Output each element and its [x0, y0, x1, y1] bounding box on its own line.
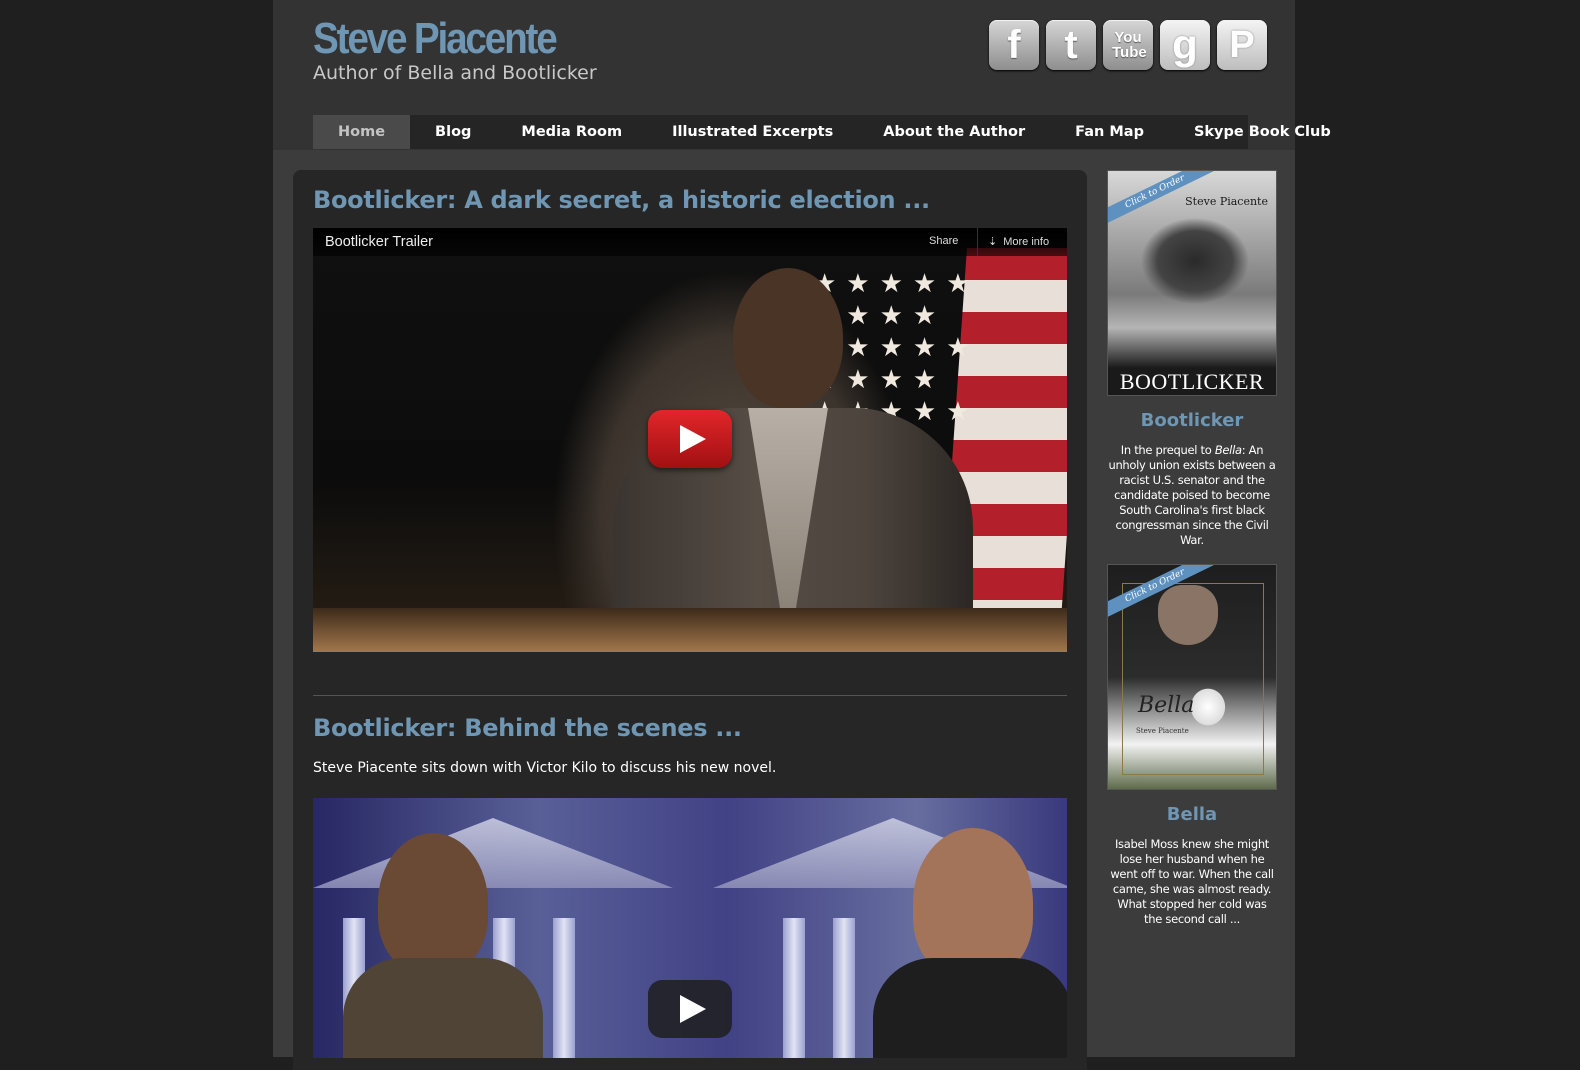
site-subtitle: Author of Bella and Bootlicker [313, 62, 597, 84]
main-nav: Home Blog Media Room Illustrated Excerpt… [313, 115, 1331, 149]
book-description: In the prequel to Bella: An unholy union… [1108, 443, 1276, 547]
site-title[interactable]: Steve Piacente [313, 14, 558, 64]
youtube-icon[interactable]: You Tube [1103, 20, 1153, 70]
social-links: f t You Tube g P [989, 20, 1267, 70]
divider [313, 695, 1067, 696]
chevron-down-icon: ⇣ [988, 236, 998, 248]
cover-author: Steve Piacente [1136, 727, 1189, 735]
nav-home[interactable]: Home [313, 115, 411, 149]
main-content: Bootlicker: A dark secret, a historic el… [293, 170, 1087, 1070]
goodreads-icon[interactable]: g [1160, 20, 1210, 70]
post-title[interactable]: Bootlicker: Behind the scenes ... [313, 714, 742, 742]
nav-about-the-author[interactable]: About the Author [858, 115, 1050, 149]
book-description: Isabel Moss knew she might lose her husb… [1110, 837, 1274, 926]
nav-fan-map[interactable]: Fan Map [1050, 115, 1169, 149]
video-player[interactable] [313, 798, 1067, 1058]
share-button[interactable]: Share [929, 235, 958, 247]
bootlicker-cover[interactable]: Click to Order Steve Piacente BOOTLICKER [1107, 170, 1277, 396]
more-info-button[interactable]: ⇣ More info [977, 228, 1063, 256]
book-title[interactable]: Bella [1107, 804, 1277, 825]
twitter-icon[interactable]: t [1046, 20, 1096, 70]
video-title[interactable]: Bootlicker Trailer [325, 234, 433, 250]
cover-author: Steve Piacente [1185, 195, 1268, 208]
play-button[interactable] [648, 980, 732, 1038]
bella-cover[interactable]: Click to Order Bella Steve Piacente [1107, 564, 1277, 790]
pinterest-icon[interactable]: P [1217, 20, 1267, 70]
play-icon [680, 425, 706, 453]
site-header: Steve Piacente Author of Bella and Bootl… [273, 0, 1331, 150]
video-player[interactable]: ★★★★★ ★★★★ ★★★★★ ★★★★ ★★★★★ ★★★★ Bootlic… [313, 228, 1067, 652]
author-image [913, 828, 1033, 978]
nav-skype-book-club[interactable]: Skype Book Club [1169, 115, 1356, 149]
post-text: Steve Piacente sits down with Victor Kil… [313, 760, 777, 776]
sidebar: Click to Order Steve Piacente BOOTLICKER… [1107, 170, 1277, 927]
cover-title: BOOTLICKER [1119, 369, 1265, 394]
podium [313, 608, 1067, 652]
nav-illustrated-excerpts[interactable]: Illustrated Excerpts [647, 115, 858, 149]
post-title[interactable]: Bootlicker: A dark secret, a historic el… [313, 186, 930, 214]
page: Steve Piacente Author of Bella and Bootl… [273, 0, 1331, 1070]
book-title[interactable]: Bootlicker [1107, 410, 1277, 431]
nav-blog[interactable]: Blog [410, 115, 496, 149]
nav-media-room[interactable]: Media Room [496, 115, 647, 149]
play-icon [680, 995, 706, 1023]
play-button[interactable] [648, 410, 732, 468]
interviewer-image [378, 833, 488, 973]
facebook-icon[interactable]: f [989, 20, 1039, 70]
video-top-bar: Bootlicker Trailer Share ⇣ More info [313, 228, 1067, 256]
cover-title: Bella [1138, 693, 1195, 718]
